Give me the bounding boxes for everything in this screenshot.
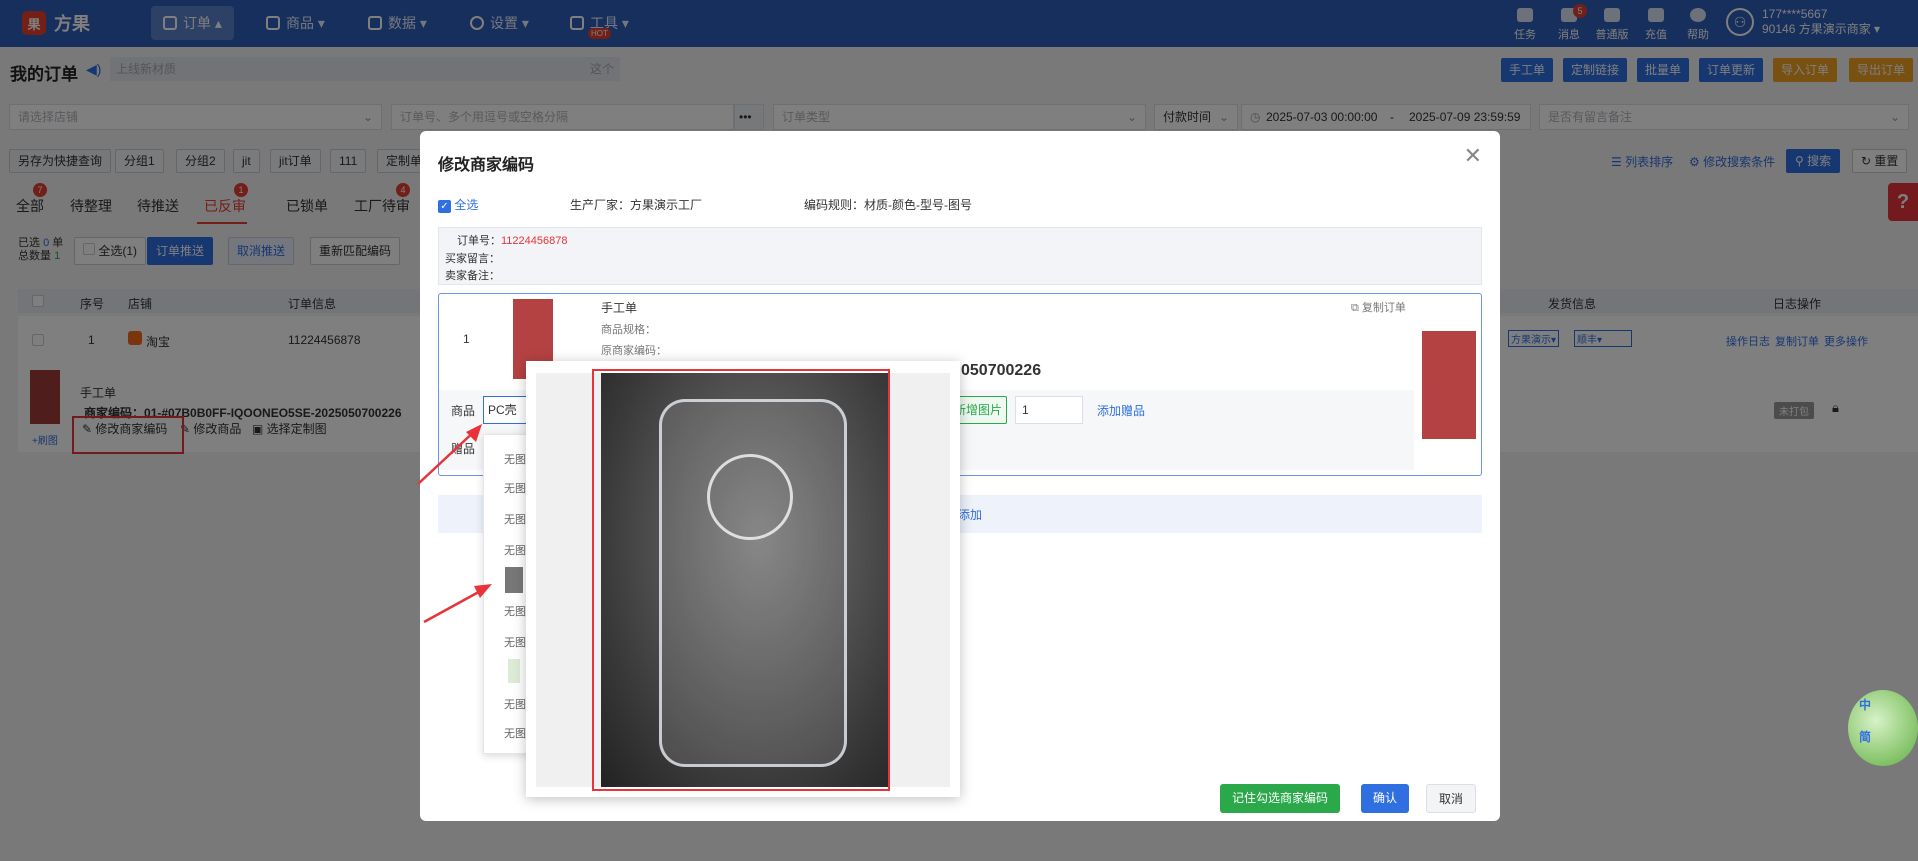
- dropdown-item[interactable]: 无图: [504, 451, 526, 467]
- modal-title: 修改商家编码: [438, 157, 535, 174]
- image-preview-popup: [526, 361, 960, 797]
- item-preview-image: [1422, 331, 1476, 439]
- item-title: 手工单: [601, 301, 638, 315]
- modal-order-number: 11224456878: [501, 235, 568, 247]
- remember-code-button[interactable]: 记住勾选商家编码: [1220, 784, 1341, 813]
- factory-info: 生产厂家：方果演示工厂: [570, 198, 703, 212]
- arrowhead-icon: [474, 584, 492, 598]
- arrowhead-icon: [466, 424, 482, 442]
- dropdown-item[interactable]: 无图: [504, 480, 526, 496]
- add-gift-link[interactable]: 添加赠品: [1097, 402, 1145, 419]
- annotation-arrows: [417, 424, 492, 624]
- quantity-input[interactable]: 1: [1015, 396, 1083, 424]
- copy-order-button[interactable]: ⧉ 复制订单: [1351, 299, 1406, 315]
- dropdown-thumb-image[interactable]: [505, 567, 523, 593]
- cancel-button[interactable]: 取消: [1426, 784, 1477, 813]
- order-info-box: 订单号：11224456878 买家留言： 卖家备注：: [438, 227, 1482, 285]
- dropdown-item[interactable]: 无图: [504, 542, 526, 558]
- ime-widget[interactable]: 中 简: [1848, 690, 1918, 766]
- checkbox-checked-icon: ✓: [438, 200, 451, 213]
- item-index: 1: [463, 332, 470, 346]
- dropdown-item[interactable]: 无图: [504, 725, 526, 741]
- confirm-button[interactable]: 确认: [1361, 784, 1410, 813]
- dropdown-item[interactable]: 无图: [504, 696, 526, 712]
- new-code-text: 050700226: [961, 362, 1042, 379]
- modal-select-all[interactable]: ✓ 全选: [438, 196, 478, 213]
- highlight-preview: [592, 369, 890, 791]
- dropdown-thumb-image[interactable]: [508, 659, 520, 683]
- arrow-to-input-icon: [417, 427, 479, 485]
- close-icon[interactable]: ✕: [1464, 143, 1482, 169]
- dropdown-item[interactable]: 无图: [504, 603, 526, 619]
- dropdown-item[interactable]: 无图: [504, 634, 526, 650]
- arrow-to-thumb-icon: [423, 586, 487, 624]
- code-rule-info: 编码规则：材质-颜色-型号-图号: [804, 198, 973, 212]
- dropdown-item[interactable]: 无图: [504, 511, 526, 527]
